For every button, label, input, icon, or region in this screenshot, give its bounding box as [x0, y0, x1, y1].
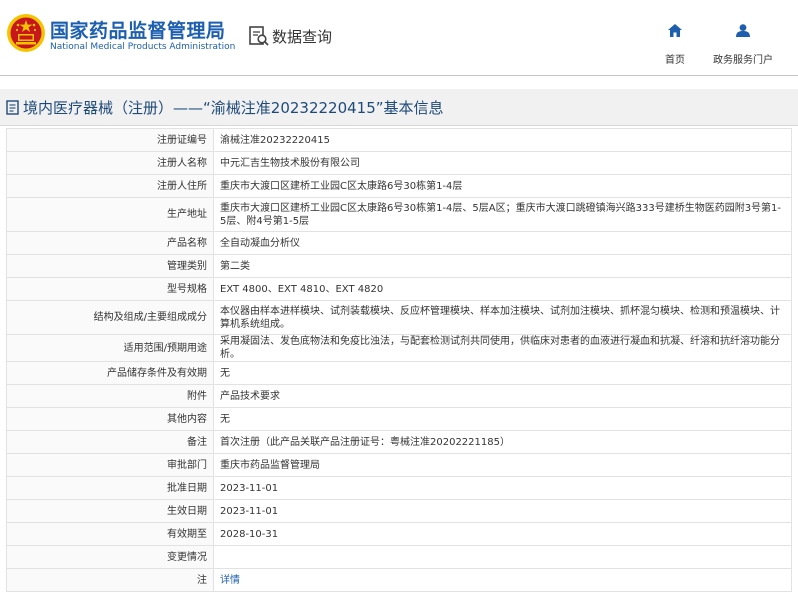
row-label: 其他内容	[6, 407, 214, 431]
table-row: 产品储存条件及有效期 无	[6, 361, 792, 385]
row-label: 备注	[6, 430, 214, 454]
national-emblem-icon	[7, 14, 45, 52]
table-row: 注册人名称 中元汇吉生物技术股份有限公司	[6, 151, 792, 175]
page-title: 境内医疗器械（注册）——“渝械注准20232220415”基本信息	[23, 98, 444, 117]
row-label: 结构及组成/主要组成成分	[6, 300, 214, 335]
row-value: 2023-11-01	[213, 499, 792, 523]
row-label: 产品名称	[6, 231, 214, 255]
row-value: 采用凝固法、发色底物法和免疫比浊法，与配套检测试剂共同使用，供临床对患者的血液进…	[213, 334, 792, 362]
table-row: 其他内容 无	[6, 407, 792, 431]
device-info-table: 注册证编号 渝械注准20232220415 注册人名称 中元汇吉生物技术股份有限…	[6, 128, 792, 592]
row-value: 全自动凝血分析仪	[213, 231, 792, 255]
table-row: 适用范围/预期用途 采用凝固法、发色底物法和免疫比浊法，与配套检测试剂共同使用，…	[6, 334, 792, 362]
row-value: 2023-11-01	[213, 476, 792, 500]
row-value: 本仪器由样本进样模块、试剂装载模块、反应杯管理模块、样本加注模块、试剂加注模块、…	[213, 300, 792, 335]
nav-government-portal[interactable]: 政务服务门户	[708, 22, 778, 66]
row-value	[213, 545, 792, 569]
table-row: 生产地址 重庆市大渡口区建桥工业园C区太康路6号30栋第1-4层、5层A区；重庆…	[6, 197, 792, 232]
row-value: 渝械注准20232220415	[213, 128, 792, 152]
row-label: 审批部门	[6, 453, 214, 477]
site-logo-title: 国家药品监督管理局	[50, 20, 226, 42]
table-row: 注册人住所 重庆市大渡口区建桥工业园C区太康路6号30栋第1-4层	[6, 174, 792, 198]
details-link[interactable]: 详情	[213, 568, 792, 592]
nav-home-label: 首页	[665, 55, 685, 66]
home-icon	[668, 24, 682, 37]
table-row: 生效日期 2023-11-01	[6, 499, 792, 523]
row-label: 附件	[6, 384, 214, 408]
row-value: 重庆市大渡口区建桥工业园C区太康路6号30栋第1-4层	[213, 174, 792, 198]
row-label: 生效日期	[6, 499, 214, 523]
row-label: 注册人名称	[6, 151, 214, 175]
table-row: 管理类别 第二类	[6, 254, 792, 278]
table-row: 有效期至 2028-10-31	[6, 522, 792, 546]
row-label: 型号规格	[6, 277, 214, 301]
table-row: ￼注 详情	[6, 568, 792, 592]
row-label: 批准日期	[6, 476, 214, 500]
row-label: 适用范围/预期用途	[6, 334, 214, 362]
row-value: 无	[213, 407, 792, 431]
row-label: ￼注	[6, 568, 214, 592]
table-row: 附件 产品技术要求	[6, 384, 792, 408]
row-value: 无	[213, 361, 792, 385]
row-label: 生产地址	[6, 197, 214, 232]
document-search-icon	[249, 26, 269, 46]
data-query-link[interactable]: 数据查询	[248, 24, 332, 48]
table-row: 批准日期 2023-11-01	[6, 476, 792, 500]
row-label: 注册人住所	[6, 174, 214, 198]
site-header: 国家药品监督管理局 National Medical Products Admi…	[0, 0, 798, 75]
row-label: 变更情况	[6, 545, 214, 569]
row-value: 重庆市大渡口区建桥工业园C区太康路6号30栋第1-4层、5层A区；重庆市大渡口跳…	[213, 197, 792, 232]
row-value: 中元汇吉生物技术股份有限公司	[213, 151, 792, 175]
table-row: 备注 首次注册（此产品关联产品注册证号：粤械注准20202221185）	[6, 430, 792, 454]
row-label: 有效期至	[6, 522, 214, 546]
row-label: 注册证编号	[6, 128, 214, 152]
nav-portal-label: 政务服务门户	[713, 55, 773, 66]
row-value: EXT 4800、EXT 4810、EXT 4820	[213, 277, 792, 301]
header-divider	[0, 75, 798, 76]
row-label: 产品储存条件及有效期	[6, 361, 214, 385]
document-icon	[6, 99, 19, 115]
table-row: 注册证编号 渝械注准20232220415	[6, 128, 792, 152]
row-value: 重庆市药品监督管理局	[213, 453, 792, 477]
table-row: 型号规格 EXT 4800、EXT 4810、EXT 4820	[6, 277, 792, 301]
data-query-label: 数据查询	[272, 27, 333, 46]
row-value: 首次注册（此产品关联产品注册证号：粤械注准20202221185）	[213, 430, 792, 454]
site-logo-subtitle: National Medical Products Administration	[50, 42, 236, 52]
row-value: 2028-10-31	[213, 522, 792, 546]
table-row: 产品名称 全自动凝血分析仪	[6, 231, 792, 255]
user-icon	[736, 24, 750, 37]
row-value: 产品技术要求	[213, 384, 792, 408]
row-label: 管理类别	[6, 254, 214, 278]
nav-home[interactable]: 首页	[640, 22, 710, 66]
table-row: 结构及组成/主要组成成分 本仪器由样本进样模块、试剂装载模块、反应杯管理模块、样…	[6, 300, 792, 335]
page-title-bar: 境内医疗器械（注册）——“渝械注准20232220415”基本信息	[0, 89, 798, 126]
table-row: 变更情况	[6, 545, 792, 569]
table-row: 审批部门 重庆市药品监督管理局	[6, 453, 792, 477]
row-value: 第二类	[213, 254, 792, 278]
